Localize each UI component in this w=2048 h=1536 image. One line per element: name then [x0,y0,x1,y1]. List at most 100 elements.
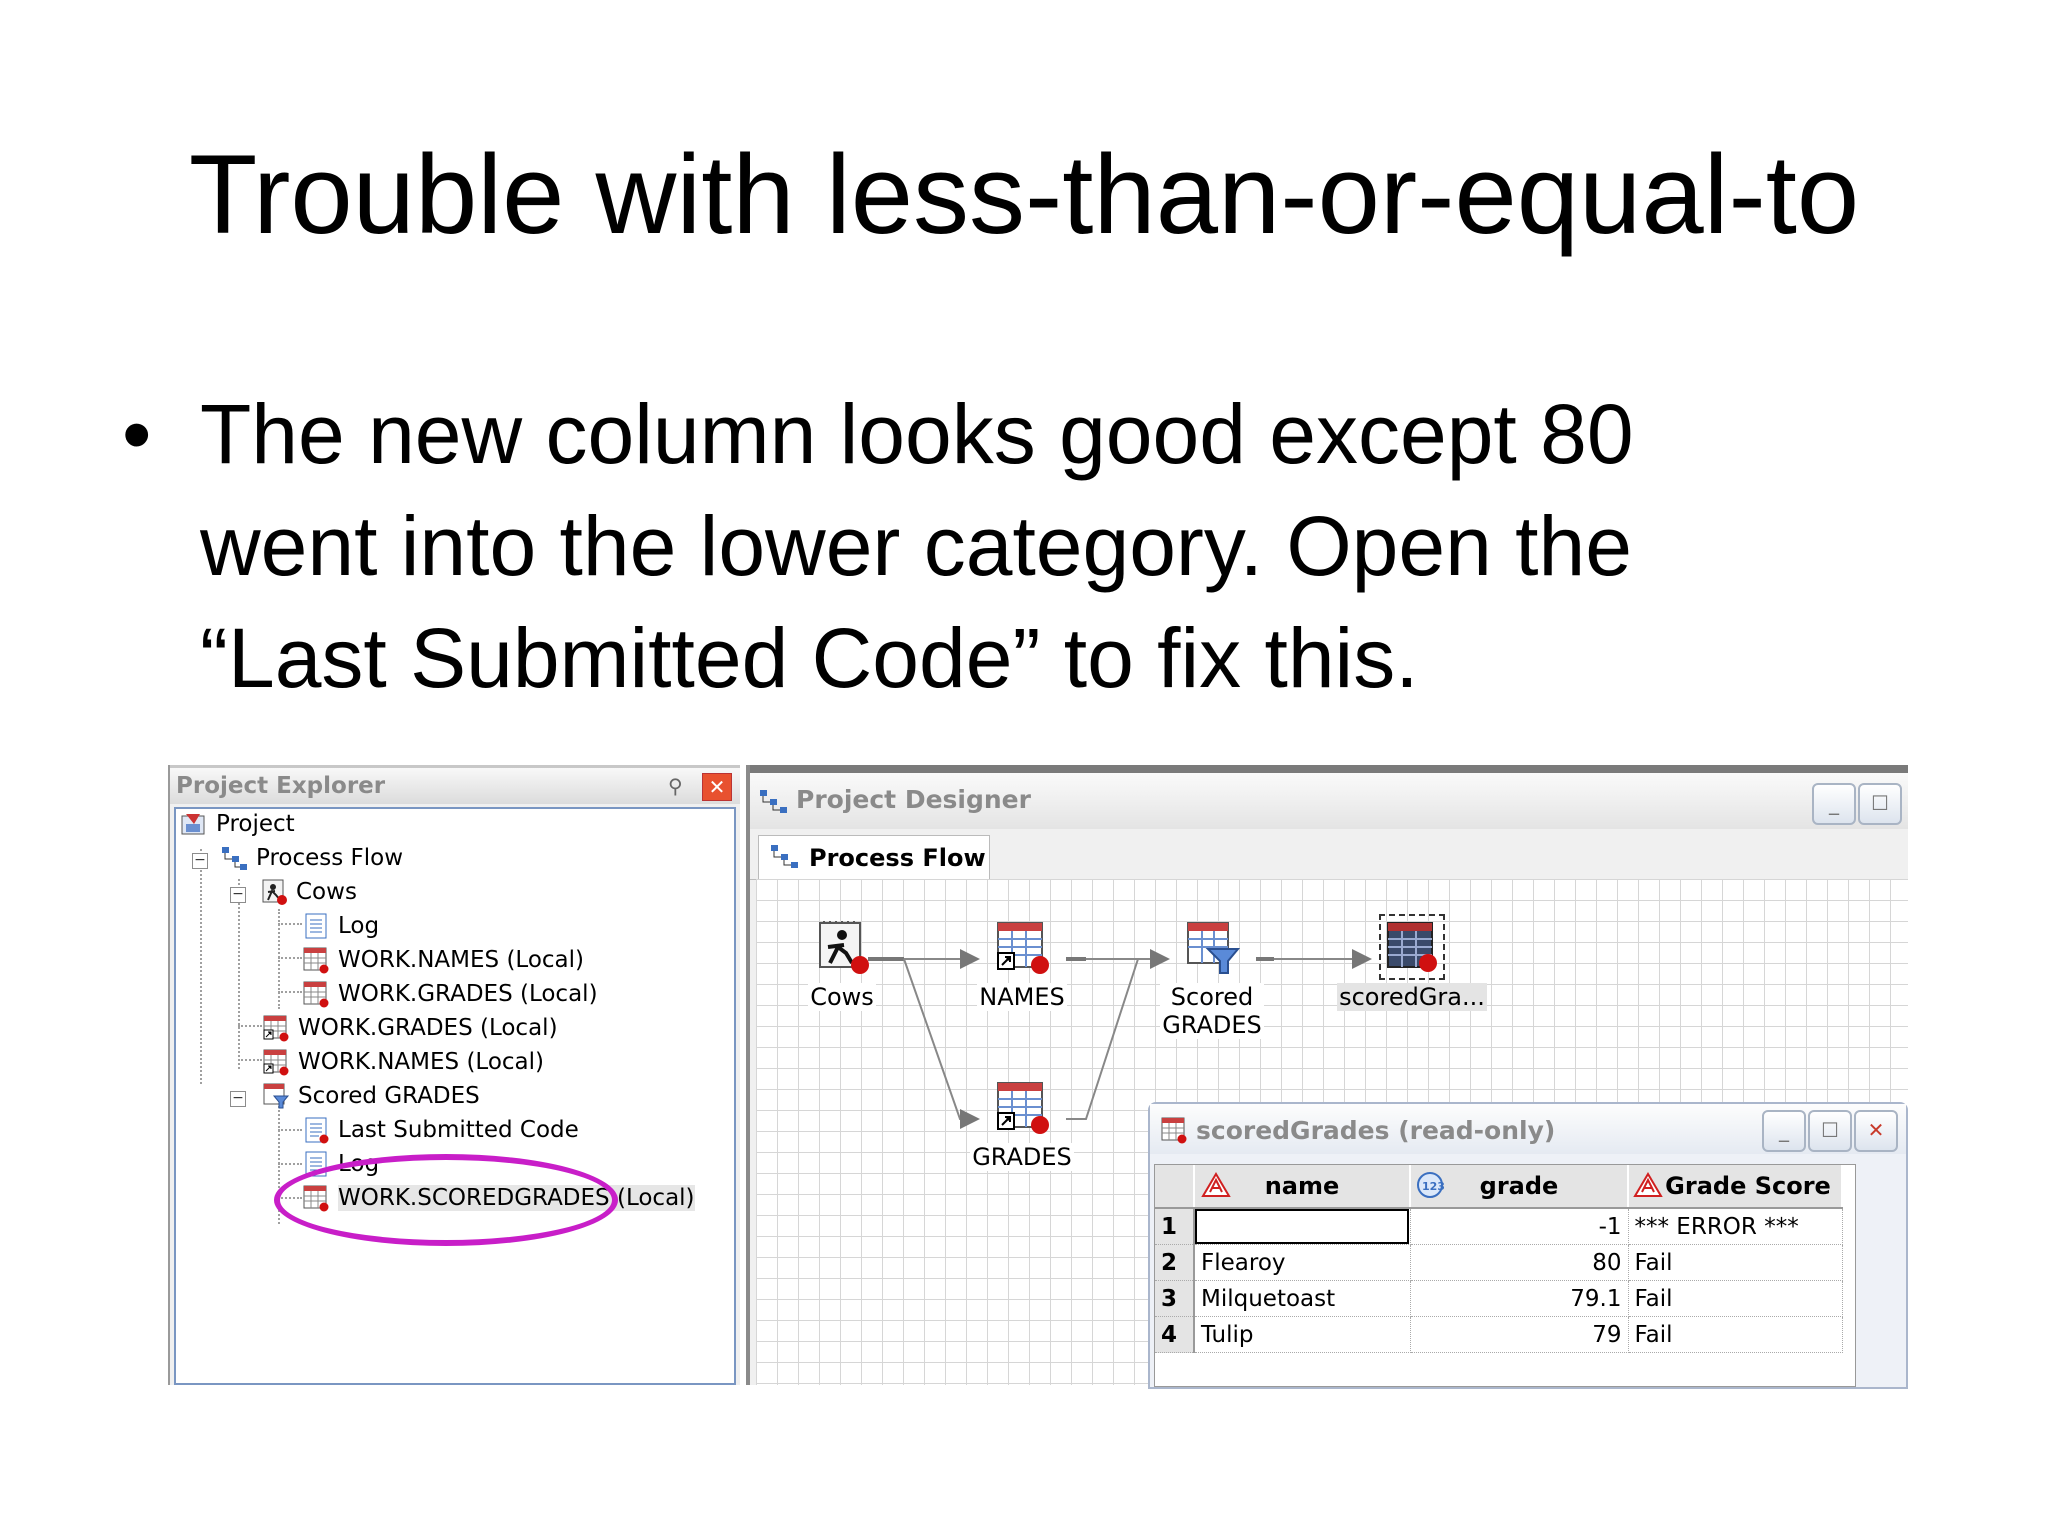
cell-grade-score[interactable]: *** ERROR *** [1628,1208,1843,1245]
dataset-shortcut-icon [262,1014,290,1042]
tree-label-project: Project [216,811,295,837]
dataset-icon [1160,1116,1188,1148]
bullet-line-3: “Last Submitted Code” to fix this. [200,611,1419,705]
corner-header [1155,1165,1195,1209]
collapse-scored-grades[interactable]: − [230,1091,246,1107]
column-header-name[interactable]: name [1194,1165,1411,1209]
table-row[interactable]: 1 -1 *** ERROR *** [1155,1208,1843,1245]
dataset-shortcut-icon [262,1048,290,1076]
tab-strip: Process Flow [750,829,1908,880]
tree-item-process-flow[interactable]: Process Flow [220,843,403,873]
tab-process-flow[interactable]: Process Flow [758,835,990,880]
flow-label-scored-grades: Scored GRADES [1160,983,1264,1039]
cell-grade[interactable]: -1 [1410,1208,1629,1245]
maximize-button[interactable]: ☐ [1858,783,1902,825]
project-explorer-header: Project Explorer ⚲ ✕ [170,765,740,804]
table-row[interactable]: 4 Tulip 79 Fail [1155,1316,1843,1353]
dataset-shortcut-icon [994,1079,1050,1135]
tree-label-log-1: Log [338,913,380,939]
query-icon [262,1082,290,1110]
cell-grade[interactable]: 80 [1410,1244,1629,1281]
tree-label-work-names-2: WORK.NAMES (Local) [298,1049,545,1075]
tree-label-last-submitted-code: Last Submitted Code [338,1117,579,1143]
tree-label-cows: Cows [296,879,357,905]
cell-name[interactable]: Milquetoast [1194,1280,1411,1317]
minimize-button[interactable]: _ [1812,783,1856,825]
code-icon [302,1116,330,1144]
slide-title: Trouble with less-than-or-equal-to [188,132,1860,257]
cell-grade-score[interactable]: Fail [1628,1316,1843,1353]
pin-icon[interactable]: ⚲ [668,774,694,798]
scoredgrades-window: scoredGrades (read-only) _ ☐ ✕ name 123 … [1148,1102,1908,1389]
program-icon [814,919,870,975]
column-header-grade[interactable]: 123 grade [1410,1165,1629,1209]
highlight-circle [274,1154,618,1246]
project-icon [180,810,208,838]
flow-label-cows: Cows [808,983,876,1011]
flow-node-names[interactable]: NAMES [942,919,1102,1011]
table-row[interactable]: 2 Flearoy 80 Fail [1155,1244,1843,1281]
cell-grade[interactable]: 79 [1410,1316,1629,1353]
tree-item-work-names-1[interactable]: WORK.NAMES (Local) [302,945,584,975]
tree-item-work-grades-2[interactable]: WORK.GRADES (Local) [262,1013,558,1043]
dataset-shortcut-icon [994,919,1050,975]
numeric-column-icon: 123 [1415,1171,1445,1205]
dataset-icon [1379,914,1445,980]
close-explorer-button[interactable]: ✕ [702,773,732,801]
project-designer-header: Project Designer _ ☐ [750,773,1908,829]
column-header-grade-score[interactable]: Grade Score [1628,1165,1843,1209]
project-explorer-title: Project Explorer [176,773,386,799]
flow-label-grades: GRADES [970,1143,1074,1171]
flow-label-names: NAMES [977,983,1067,1011]
flow-node-scored-grades[interactable]: Scored GRADES [1132,919,1292,1039]
cell-grade[interactable]: 79.1 [1410,1280,1629,1317]
table-row[interactable]: 3 Milquetoast 79.1 Fail [1155,1280,1843,1317]
flow-node-cows[interactable]: Cows [762,919,922,1011]
close-button[interactable]: ✕ [1854,1110,1898,1152]
query-icon [1184,919,1241,975]
flow-node-scoredgrades[interactable]: scoredGra... [1332,914,1492,1011]
tree-label-work-names-1: WORK.NAMES (Local) [338,947,585,973]
tree-label-process-flow: Process Flow [256,845,404,871]
cell-name[interactable] [1194,1208,1411,1245]
dataset-icon [302,980,330,1008]
process-flow-icon [220,844,248,872]
maximize-button[interactable]: ☐ [1808,1110,1852,1152]
process-flow-icon [769,842,801,874]
minimize-button[interactable]: _ [1762,1110,1806,1152]
scoredgrades-window-header: scoredGrades (read-only) _ ☐ ✕ [1150,1104,1906,1154]
bullet-line-1: The new column looks good except 80 [200,387,1634,481]
character-column-icon [1633,1171,1663,1205]
bullet-dot: • [122,387,152,481]
flow-node-grades[interactable]: GRADES [942,1079,1102,1171]
tree-item-scored-grades[interactable]: Scored GRADES [262,1081,480,1111]
tab-process-flow-label: Process Flow [809,844,986,872]
tree-item-cows[interactable]: Cows [260,877,357,907]
cell-name[interactable]: Flearoy [1194,1244,1411,1281]
character-column-icon [1201,1171,1231,1205]
tree-item-project[interactable]: Project [180,809,295,839]
tree-item-log-1[interactable]: Log [302,911,379,941]
scoredgrades-window-title: scoredGrades (read-only) [1196,1116,1556,1145]
tree-label-work-grades-1: WORK.GRADES (Local) [338,981,598,1007]
svg-text:123: 123 [1422,1180,1445,1193]
cell-name[interactable]: Tulip [1194,1316,1411,1353]
collapse-process-flow[interactable]: − [192,853,208,869]
tree-label-scored-grades: Scored GRADES [298,1083,480,1109]
project-explorer-panel: Project Explorer ⚲ ✕ − − − Project Proce… [168,765,740,1385]
cell-grade-score[interactable]: Fail [1628,1244,1843,1281]
tree-item-work-grades-1[interactable]: WORK.GRADES (Local) [302,979,598,1009]
data-grid: name 123 grade Grade Score 1 -1 *** ERRO… [1154,1164,1856,1387]
project-designer-title: Project Designer [796,785,1031,814]
data-table: name 123 grade Grade Score 1 -1 *** ERRO… [1155,1165,1843,1353]
project-tree: − − − Project Process Flow Cows Log WORK… [174,807,736,1385]
tree-item-last-submitted-code[interactable]: Last Submitted Code [302,1115,579,1145]
cell-grade-score[interactable]: Fail [1628,1280,1843,1317]
bullet-line-2: went into the lower category. Open the [200,499,1632,593]
log-icon [302,912,330,940]
dataset-icon [302,946,330,974]
tree-item-work-names-2[interactable]: WORK.NAMES (Local) [262,1047,544,1077]
collapse-cows[interactable]: − [230,887,246,903]
flow-label-scoredgrades: scoredGra... [1337,983,1487,1011]
tree-label-work-grades-2: WORK.GRADES (Local) [298,1015,558,1041]
